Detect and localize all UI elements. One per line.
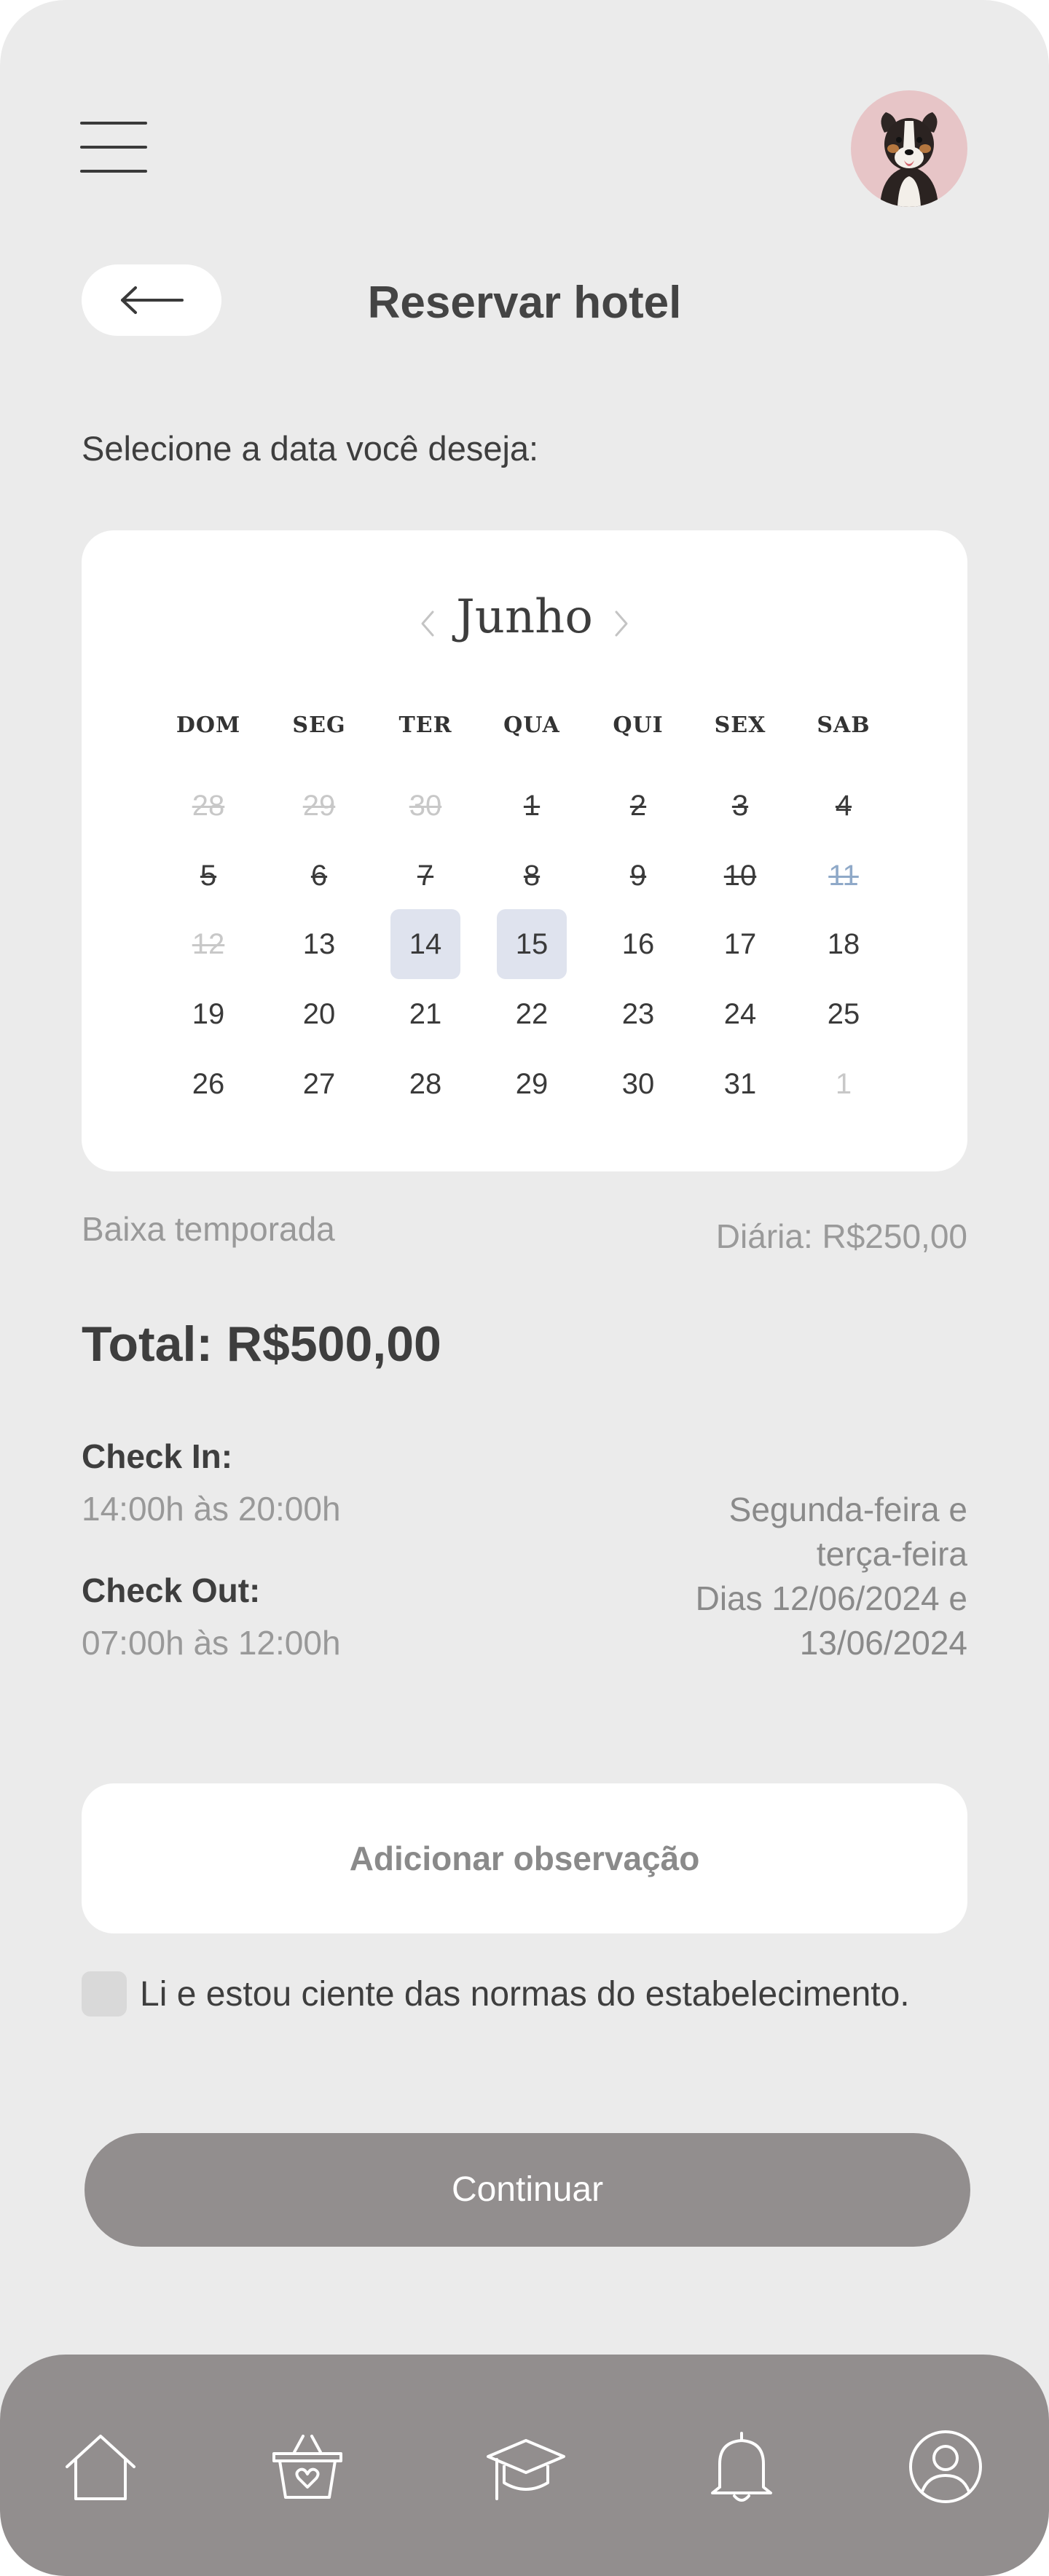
weekday-label: DOM bbox=[176, 712, 241, 738]
weekday-label: SEG bbox=[292, 712, 346, 738]
terms-checkbox[interactable] bbox=[82, 1971, 127, 2017]
calendar-day: 30 bbox=[409, 790, 442, 822]
total-price: Total: R$500,00 bbox=[82, 1316, 441, 1372]
days-line-2: terça-feira bbox=[816, 1535, 967, 1573]
checkout-time: 07:00h às 12:00h bbox=[82, 1624, 341, 1662]
calendar-day[interactable]: 23 bbox=[603, 979, 673, 1049]
calendar-day-selected[interactable]: 14 bbox=[390, 909, 460, 979]
graduation-cap-icon[interactable] bbox=[485, 2426, 567, 2508]
date-prompt: Selecione a data você deseja: bbox=[82, 429, 539, 468]
weekday-label: SAB bbox=[817, 712, 871, 738]
calendar-day[interactable]: 26 bbox=[173, 1049, 243, 1119]
season-label: Baixa temporada bbox=[82, 1210, 335, 1248]
calendar-day[interactable]: 19 bbox=[173, 979, 243, 1049]
arrow-left-icon bbox=[121, 286, 184, 314]
dates-line-1: Dias 12/06/2024 e bbox=[695, 1579, 967, 1617]
continue-button[interactable]: Continuar bbox=[85, 2133, 970, 2247]
calendar-header: Junho bbox=[82, 590, 967, 656]
calendar-day: 7 bbox=[417, 860, 434, 892]
calendar-day[interactable]: 28 bbox=[390, 1049, 460, 1119]
weekday-label: TER bbox=[398, 712, 452, 738]
dates-line-2: 13/06/2024 bbox=[799, 1624, 967, 1662]
calendar-day[interactable]: 20 bbox=[284, 979, 354, 1049]
basket-heart-icon[interactable] bbox=[267, 2426, 348, 2508]
bell-icon[interactable] bbox=[701, 2426, 782, 2508]
bottom-navigation bbox=[0, 2355, 1049, 2576]
calendar-day[interactable]: 30 bbox=[603, 1049, 673, 1119]
weekday-label: QUA bbox=[503, 712, 560, 738]
calendar-day[interactable]: 21 bbox=[390, 979, 460, 1049]
calendar-day: 9 bbox=[629, 860, 647, 892]
back-button[interactable] bbox=[82, 264, 221, 336]
calendar-day: 4 bbox=[835, 790, 852, 822]
calendar-day[interactable]: 13 bbox=[284, 909, 354, 979]
terms-label: Li e estou ciente das normas do estabele… bbox=[140, 1975, 910, 2014]
checkin-label: Check In: bbox=[82, 1437, 233, 1475]
calendar-week-row: 19 20 21 22 23 24 25 bbox=[82, 979, 967, 1049]
calendar-day[interactable]: 24 bbox=[705, 979, 775, 1049]
hamburger-menu-icon[interactable] bbox=[80, 120, 147, 174]
calendar-week-row: 12 13 14 15 16 17 18 bbox=[82, 909, 967, 979]
calendar-day[interactable]: 18 bbox=[809, 909, 879, 979]
avatar[interactable] bbox=[851, 90, 967, 207]
calendar-day: 8 bbox=[523, 860, 541, 892]
calendar-month: Junho bbox=[456, 590, 593, 644]
calendar-day: 29 bbox=[302, 790, 336, 822]
chevron-left-icon[interactable] bbox=[417, 609, 439, 638]
calendar-day[interactable]: 31 bbox=[705, 1049, 775, 1119]
calendar: Junho DOM SEG TER QUA QUI SEX SAB 28 29 30 1 2 3 4 5 6… bbox=[82, 530, 967, 1171]
calendar-day: 2 bbox=[629, 790, 647, 822]
page-title: Reservar hotel bbox=[367, 278, 682, 328]
dog-avatar-icon bbox=[880, 112, 938, 207]
daily-rate: Diária: R$250,00 bbox=[715, 1217, 967, 1255]
weekday-label: QUI bbox=[613, 712, 664, 738]
calendar-day-selected[interactable]: 15 bbox=[497, 909, 567, 979]
calendar-week-row: 28 29 30 1 2 3 4 bbox=[82, 771, 967, 841]
chevron-right-icon[interactable] bbox=[610, 609, 632, 638]
calendar-day: 10 bbox=[723, 860, 757, 892]
home-icon[interactable] bbox=[60, 2426, 141, 2508]
calendar-day: 3 bbox=[731, 790, 749, 822]
selected-dates-info: Segunda-feira e terça-feira Dias 12/06/2… bbox=[589, 1488, 967, 1665]
calendar-week-row: 5 6 7 8 9 10 11 bbox=[82, 841, 967, 911]
calendar-day: 1 bbox=[523, 790, 541, 822]
calendar-day: 6 bbox=[310, 860, 328, 892]
calendar-day: 28 bbox=[192, 790, 225, 822]
add-observation-button[interactable]: Adicionar observação bbox=[82, 1783, 967, 1933]
calendar-day[interactable]: 27 bbox=[284, 1049, 354, 1119]
calendar-day[interactable]: 16 bbox=[603, 909, 673, 979]
checkout-label: Check Out: bbox=[82, 1571, 261, 1609]
weekday-row: DOM SEG TER QUA QUI SEX SAB bbox=[82, 712, 967, 756]
calendar-day[interactable]: 29 bbox=[497, 1049, 567, 1119]
calendar-day[interactable]: 25 bbox=[809, 979, 879, 1049]
calendar-day[interactable]: 17 bbox=[705, 909, 775, 979]
calendar-week-row: 26 27 28 29 30 31 1 bbox=[82, 1049, 967, 1119]
user-profile-icon[interactable] bbox=[905, 2426, 986, 2508]
calendar-day: 12 bbox=[192, 928, 225, 960]
checkin-time: 14:00h às 20:00h bbox=[82, 1490, 341, 1528]
app-screen: Reservar hotel Selecione a data você des… bbox=[0, 0, 1049, 2576]
days-line-1: Segunda-feira e bbox=[728, 1491, 967, 1528]
weekday-label: SEX bbox=[714, 712, 766, 738]
calendar-day[interactable]: 22 bbox=[497, 979, 567, 1049]
calendar-day: 1 bbox=[835, 1068, 852, 1100]
calendar-day: 5 bbox=[200, 860, 217, 892]
calendar-day: 11 bbox=[828, 860, 859, 892]
